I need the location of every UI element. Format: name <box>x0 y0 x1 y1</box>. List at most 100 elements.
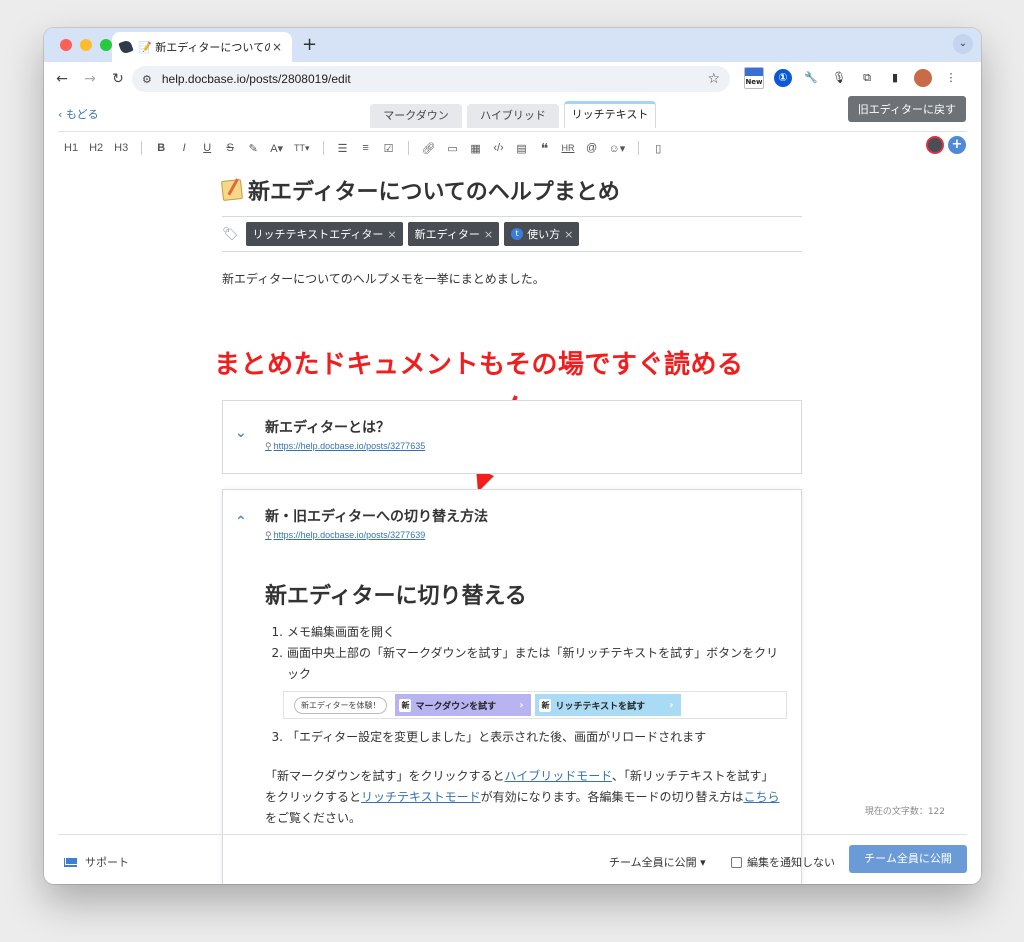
embedded-doc-card[interactable]: ⌄ 新エディターとは？ ⚲ https://help.docbase.io/pos… <box>222 400 802 474</box>
support-link[interactable]: サポート <box>64 854 129 870</box>
minimize-window-button[interactable] <box>80 39 92 51</box>
toolbar-separator <box>638 141 640 155</box>
image-icon[interactable]: ▭ <box>447 142 459 155</box>
steps-list: 3. 「エディター設定を変更しました」と表示された後、画面がリロードされます <box>265 727 785 748</box>
extensions-puzzle-icon[interactable]: ⧉ <box>858 69 876 87</box>
strikethrough-button[interactable]: S <box>224 142 236 154</box>
new-badge: 新 <box>399 698 412 712</box>
embedded-doc-url[interactable]: https://help.docbase.io/posts/3277635 <box>274 441 426 451</box>
notify-label: 編集を通知しない <box>747 856 835 869</box>
emoji-button[interactable]: ☺▾ <box>609 142 626 155</box>
rich-text-mode-link[interactable]: リッチテキストモード <box>361 790 481 804</box>
italic-button[interactable]: I <box>178 142 190 154</box>
add-user-button[interactable]: + <box>948 136 966 154</box>
chevron-down-icon[interactable]: ⌄ <box>235 425 247 441</box>
template-document-icon[interactable]: ▯ <box>652 142 664 155</box>
font-color-button[interactable]: A▾ <box>270 142 283 155</box>
address-bar[interactable]: ⚙ help.docbase.io/posts/2808019/edit ☆ <box>132 66 730 92</box>
address-url[interactable]: help.docbase.io/posts/2808019/edit <box>162 72 708 86</box>
embedded-doc-link[interactable]: ⚲ https://help.docbase.io/posts/3277635 <box>265 441 425 452</box>
new-tab-button[interactable]: + <box>302 34 317 55</box>
chevron-left-icon: ‹ <box>58 108 66 121</box>
try-new-editor-pill: 新エディターを体験！ <box>294 696 388 714</box>
horizontal-rule-button[interactable]: HR <box>562 143 575 153</box>
tab-rich-text[interactable]: リッチテキスト <box>564 101 656 128</box>
highlight-pen-icon[interactable]: ✎ <box>247 142 259 155</box>
bold-button[interactable]: B <box>155 142 167 154</box>
docbase-favicon-icon <box>118 39 134 55</box>
try-markdown-button-image: 新 マークダウンを試す › <box>395 694 532 716</box>
embedded-doc-link[interactable]: ⚲ https://help.docbase.io/posts/3277639 <box>265 530 425 541</box>
embedded-doc-url[interactable]: https://help.docbase.io/posts/3277639 <box>274 530 426 540</box>
heading1-button[interactable]: H1 <box>64 142 78 154</box>
avatar[interactable] <box>926 136 944 154</box>
tab-hybrid[interactable]: ハイブリッド <box>467 104 559 128</box>
embedded-doc-card[interactable]: ⌃ 新・旧エディターへの切り替え方法 ⚲ https://help.docbase… <box>222 489 802 884</box>
list-number: 2. <box>271 646 283 660</box>
numbered-list-icon[interactable]: ≡ <box>360 142 372 154</box>
document-intro[interactable]: 新エディターについてのヘルプメモを一挙にまとめました。 <box>222 270 802 287</box>
embedded-doc-title[interactable]: 新・旧エディターへの切り替え方法 <box>265 506 488 526</box>
here-link[interactable]: こちら <box>743 790 779 804</box>
browser-tab[interactable]: 📝 新エディターについてのヘル × <box>112 32 292 62</box>
font-size-button[interactable]: TT▾ <box>294 143 310 154</box>
embedded-doc-title[interactable]: 新エディターとは？ <box>265 417 390 437</box>
reload-icon[interactable]: ↻ <box>104 71 132 87</box>
quote-icon[interactable]: ❝ <box>539 140 551 157</box>
tag-chip[interactable]: 新エディター × <box>407 222 500 246</box>
remove-tag-icon[interactable]: × <box>484 228 493 241</box>
code-block-icon[interactable]: ▤ <box>516 142 528 155</box>
chevron-right-icon: › <box>669 699 674 711</box>
mention-button[interactable]: @ <box>586 142 598 154</box>
site-settings-icon[interactable]: ⚙ <box>142 73 152 86</box>
try-rich-text-button-image: 新 リッチテキストを試す › <box>535 694 682 716</box>
microphone-icon[interactable]: 🎙 <box>830 69 848 87</box>
wrench-extension-icon[interactable]: 🔧 <box>802 69 820 87</box>
tab-close-icon[interactable]: × <box>270 40 284 54</box>
close-window-button[interactable] <box>60 39 72 51</box>
publish-button[interactable]: チーム全員に公開 <box>849 845 967 873</box>
checklist-icon[interactable]: ☑ <box>383 142 395 155</box>
publish-scope-select[interactable]: チーム全員に公開 ▾ <box>609 854 706 870</box>
list-item: 3. 「エディター設定を変更しました」と表示された後、画面がリロードされます <box>265 727 785 748</box>
tab-search-chevron-icon[interactable]: ⌄ <box>953 34 973 54</box>
browser-menu-icon[interactable]: ⋮ <box>942 69 960 87</box>
chevron-up-icon[interactable]: ⌃ <box>235 514 247 530</box>
old-editor-button[interactable]: 旧エディターに戻す <box>847 96 966 122</box>
tag-chip[interactable]: t 使い方 × <box>504 222 580 246</box>
hybrid-mode-link[interactable]: ハイブリッドモード <box>505 769 612 783</box>
notify-checkbox[interactable] <box>731 856 742 868</box>
code-icon[interactable]: ‹/› <box>493 142 505 154</box>
embedded-doc-body: 新エディターに切り替える 1. メモ編集画面を開く 2. 画面中央上部の「新マークダ… <box>265 578 787 829</box>
steps-list: 1. メモ編集画面を開く 2. 画面中央上部の「新マークダウンを試す」または「新リッ… <box>265 622 785 685</box>
profile-avatar[interactable] <box>914 69 932 87</box>
tab-markdown[interactable]: マークダウン <box>370 104 462 128</box>
bookmark-star-icon[interactable]: ☆ <box>707 71 720 87</box>
table-icon[interactable]: ▦ <box>470 142 482 155</box>
back-link-label: もどる <box>65 108 99 121</box>
maximize-window-button[interactable] <box>100 39 112 51</box>
divider <box>58 131 967 132</box>
remove-tag-icon[interactable]: × <box>564 228 573 241</box>
link-icon: ⚲ <box>265 441 272 451</box>
back-arrow-icon[interactable]: ← <box>48 71 76 87</box>
notify-toggle[interactable]: 編集を通知しない <box>731 854 835 870</box>
password-manager-icon[interactable]: ① <box>774 69 792 87</box>
link-icon[interactable]: 🔗︎ <box>422 142 436 155</box>
remove-tag-icon[interactable]: × <box>387 228 396 241</box>
bullet-list-icon[interactable]: ☰ <box>337 142 349 155</box>
collaborators: + <box>926 136 966 154</box>
heading3-button[interactable]: H3 <box>114 142 128 154</box>
underline-button[interactable]: U <box>201 142 213 154</box>
side-panel-icon[interactable]: ▮ <box>886 69 904 87</box>
navigation-bar: ← → ↻ ⚙ help.docbase.io/posts/2808019/ed… <box>44 62 981 96</box>
new-extension-icon[interactable]: New <box>744 67 764 89</box>
page-title[interactable]: 新エディターについてのヘルプまとめ <box>221 166 802 217</box>
tag-chip[interactable]: リッチテキストエディター × <box>245 222 403 246</box>
page-title-text[interactable]: 新エディターについてのヘルプまとめ <box>248 174 620 206</box>
heading2-button[interactable]: H2 <box>89 142 103 154</box>
paragraph-text: をご覧ください。 <box>265 811 362 825</box>
back-link[interactable]: ‹ もどる <box>58 106 99 122</box>
forward-arrow-icon[interactable]: → <box>76 71 104 87</box>
browser-tab-title: 📝 新エディターについてのヘル <box>138 41 270 54</box>
